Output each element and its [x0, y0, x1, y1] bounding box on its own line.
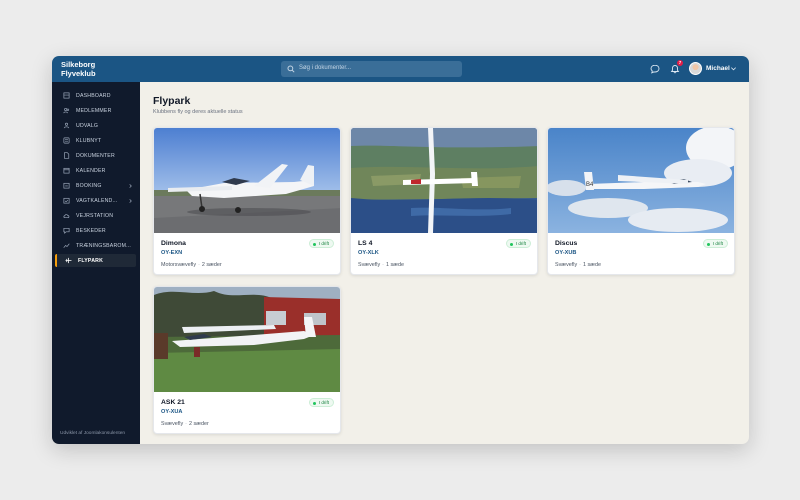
aircraft-meta: Svævefly · 2 sæder: [161, 421, 209, 427]
news-icon: [63, 137, 70, 144]
sidebar-item-vagtkalender[interactable]: VAGTKALEND...: [55, 194, 136, 207]
brand-logo[interactable]: Silkeborg Flyveklub: [61, 60, 96, 78]
sidebar-item-label: VEJRSTATION: [76, 212, 114, 219]
aircraft-meta: Svævefly · 1 sæde: [555, 262, 601, 268]
users-icon: [63, 107, 70, 114]
aircraft-name: LS 4: [358, 240, 373, 247]
sidebar-item-flypark[interactable]: FLYPARK: [55, 254, 136, 267]
sidebar-item-klubnyt[interactable]: KLUBNYT: [55, 134, 136, 147]
group-icon: [63, 122, 70, 129]
aircraft-photo: [351, 128, 537, 233]
aircraft-registration[interactable]: OY-EXN: [161, 250, 182, 256]
brand-line-1: Silkeborg: [61, 60, 96, 69]
aircraft-photo: [154, 287, 340, 392]
message-icon: [63, 227, 70, 234]
chevron-right-icon: [129, 198, 132, 203]
status-label: I drift: [712, 241, 723, 246]
status-dot: [509, 242, 513, 246]
chevron-right-icon: [129, 183, 132, 188]
aircraft-card[interactable]: Dimona I drift OY-EXN Motorsvævefly · 2 sæ…: [153, 127, 341, 275]
sidebar-item-label: TRÆNINGSBAROM...: [76, 242, 132, 249]
aircraft-registration[interactable]: OY-XUA: [161, 409, 182, 415]
aircraft-card[interactable]: LS 4 I drift OY-XLK Svævefly · 1 sæde: [350, 127, 538, 275]
cloud-icon: [63, 214, 70, 219]
aircraft-card[interactable]: ASK 21 I drift OY-XUA Svævefly · 2 sæder: [153, 286, 341, 434]
aircraft-seats: 1 sæde: [385, 262, 404, 268]
page-subtitle: Klubbens fly og deres aktuelle status: [153, 109, 243, 115]
sidebar-item-kalender[interactable]: KALENDER: [55, 164, 136, 177]
status-label: I drift: [318, 400, 329, 405]
notification-badge: 7: [677, 60, 683, 66]
aircraft-type: Svævefly: [358, 262, 381, 268]
top-bar: Silkeborg Flyveklub Søg i dokumenter... …: [52, 56, 749, 82]
aircraft-type: Svævefly: [555, 262, 578, 268]
svg-text:B4: B4: [586, 182, 594, 188]
chart-icon: [63, 243, 70, 248]
aircraft-type: Svævefly: [161, 421, 184, 427]
aircraft-registration[interactable]: OY-XUB: [555, 250, 576, 256]
status-dot: [706, 242, 710, 246]
aircraft-meta: Motorsvævefly · 2 sæder: [161, 262, 222, 268]
status-dot: [312, 242, 316, 246]
plane-icon: [65, 257, 72, 264]
status-label: I drift: [318, 241, 329, 246]
aircraft-photo: [154, 128, 340, 233]
sidebar-item-label: DASHBOARD: [76, 92, 111, 99]
aircraft-type: Motorsvævefly: [161, 262, 197, 268]
brand-line-2: Flyveklub: [61, 69, 96, 78]
chevron-down-icon[interactable]: [730, 65, 737, 72]
search-input[interactable]: Søg i dokumenter...: [281, 61, 462, 77]
sidebar-item-label: BOOKING: [76, 182, 102, 189]
shift-calendar-icon: [63, 197, 70, 204]
sidebar-item-label: FLYPARK: [78, 257, 104, 264]
aircraft-name: Dimona: [161, 240, 186, 247]
sidebar-item-dokumenter[interactable]: DOKUMENTER: [55, 149, 136, 162]
status-badge: I drift: [308, 398, 334, 407]
aircraft-seats: 1 sæde: [582, 262, 601, 268]
aircraft-seats: 2 sæder: [188, 421, 209, 427]
avatar[interactable]: [689, 62, 702, 75]
sidebar-item-label: BESKEDER: [76, 227, 106, 234]
status-dot: [312, 401, 316, 405]
status-badge: I drift: [702, 239, 728, 248]
home-icon: [63, 92, 70, 99]
aircraft-card[interactable]: B4 Discus I drift OY-XUB Svævefly · 1 sæde: [547, 127, 735, 275]
sidebar: DASHBOARD MEDLEMMER UDVALG KLUBNYT DOKUM…: [52, 82, 140, 444]
search-icon: [287, 65, 295, 73]
page-title: Flypark: [153, 95, 191, 107]
aircraft-registration[interactable]: OY-XLK: [358, 250, 379, 256]
search-placeholder: Søg i dokumenter...: [299, 65, 352, 71]
aircraft-photo: B4: [548, 128, 734, 233]
sidebar-item-label: UDVALG: [76, 122, 99, 129]
chat-icon[interactable]: [650, 64, 660, 74]
sidebar-item-medlemmer[interactable]: MEDLEMMER: [55, 104, 136, 117]
user-name[interactable]: Michael: [706, 65, 730, 72]
aircraft-meta: Svævefly · 1 sæde: [358, 262, 404, 268]
calendar-icon: [63, 167, 70, 174]
sidebar-item-booking[interactable]: BOOKING: [55, 179, 136, 192]
sidebar-footer[interactable]: Udviklet af Joomlakonsulenten: [60, 431, 125, 436]
status-label: I drift: [515, 241, 526, 246]
sidebar-item-udvalg[interactable]: UDVALG: [55, 119, 136, 132]
sidebar-item-label: VAGTKALEND...: [76, 197, 118, 204]
sidebar-item-label: DOKUMENTER: [76, 152, 115, 159]
sidebar-item-dashboard[interactable]: DASHBOARD: [55, 89, 136, 102]
sidebar-item-beskeder[interactable]: BESKEDER: [55, 224, 136, 237]
aircraft-name: Discus: [555, 240, 578, 247]
app-window: Silkeborg Flyveklub Søg i dokumenter... …: [52, 56, 749, 444]
sidebar-item-label: KALENDER: [76, 167, 106, 174]
sidebar-item-label: KLUBNYT: [76, 137, 102, 144]
status-badge: I drift: [505, 239, 531, 248]
booking-icon: [63, 182, 70, 189]
document-icon: [64, 152, 70, 159]
aircraft-seats: 2 sæder: [201, 262, 222, 268]
status-badge: I drift: [308, 239, 334, 248]
sidebar-item-label: MEDLEMMER: [76, 107, 112, 114]
sidebar-item-traeningsbarometer[interactable]: TRÆNINGSBAROM...: [55, 239, 136, 252]
sidebar-item-vejrstation[interactable]: VEJRSTATION: [55, 209, 136, 222]
aircraft-name: ASK 21: [161, 399, 185, 406]
